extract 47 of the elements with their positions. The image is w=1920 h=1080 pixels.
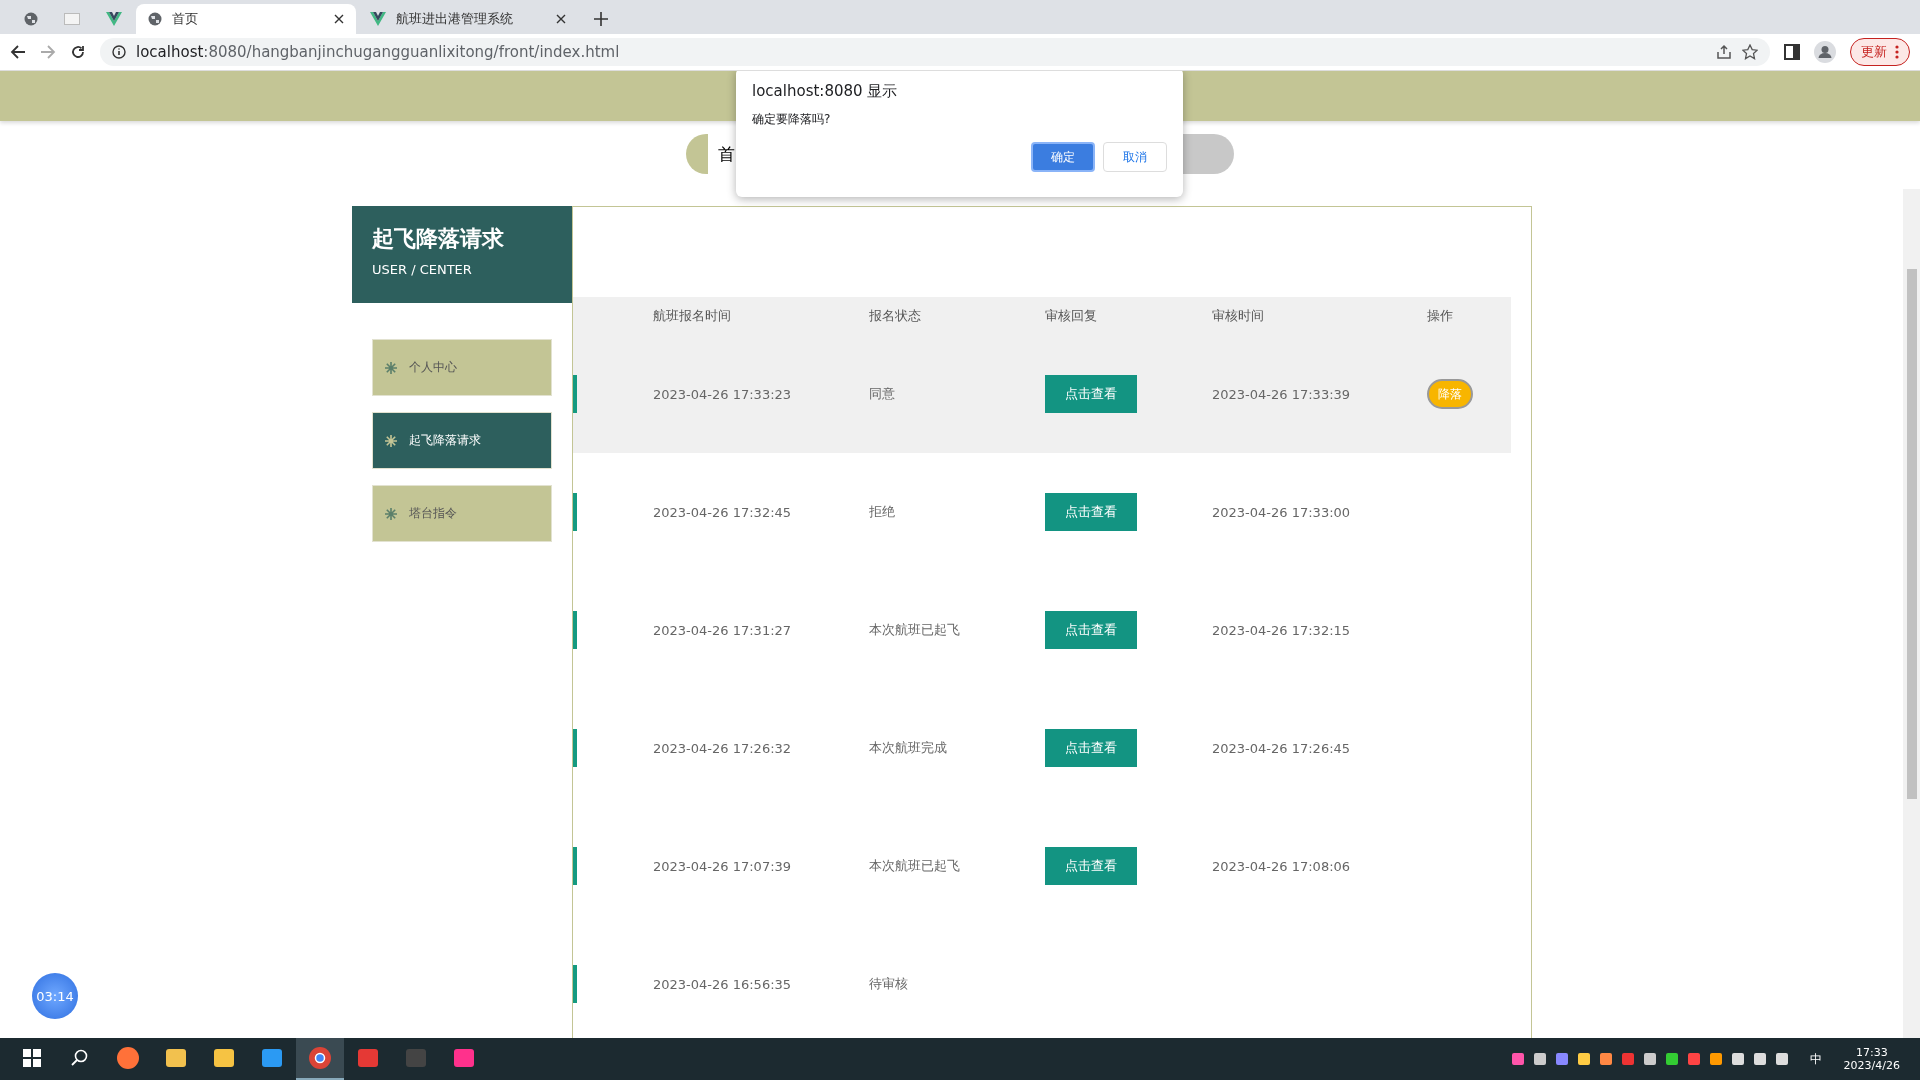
table-cell-text: 本次航班完成 — [869, 739, 948, 757]
view-reply-button[interactable]: 点击查看 — [1045, 375, 1137, 413]
sidebar-item[interactable]: 起飞降落请求 — [372, 412, 552, 469]
clock-date: 2023/4/26 — [1843, 1059, 1900, 1072]
view-reply-button[interactable]: 点击查看 — [1045, 847, 1137, 885]
table-cell: 2023-04-26 17:08:06 — [1212, 858, 1351, 874]
table-cell-text: 本次航班已起飞 — [869, 857, 961, 875]
column-header: 报名状态 — [869, 307, 922, 325]
table-cell: 2023-04-26 17:32:15 — [1212, 622, 1351, 638]
table-cell-text: 2023-04-26 17:07:39 — [653, 858, 793, 874]
sidebar-item[interactable]: 塔台指令 — [372, 485, 552, 542]
confirm-button[interactable]: 确定 — [1031, 142, 1095, 172]
timer-badge: 03:14 — [32, 973, 78, 1019]
tab-title: 航班进出港管理系统 — [396, 10, 514, 28]
column-header: 审核回复 — [1045, 307, 1098, 325]
dialog-message: 确定要降落吗? — [752, 111, 832, 128]
view-reply-button[interactable]: 点击查看 — [1045, 729, 1137, 767]
table-cell-text: 2023-04-26 17:26:32 — [653, 740, 793, 756]
sidebar-title: 起飞降落请求 — [372, 225, 505, 253]
view-reply-button[interactable]: 点击查看 — [1045, 611, 1137, 649]
column-header: 航班报名时间 — [653, 307, 732, 325]
update-button[interactable]: 更新 — [1850, 38, 1910, 66]
table-cell: 2023-04-26 17:33:00 — [1212, 504, 1351, 520]
table-cell-text: 2023-04-26 16:56:35 — [653, 976, 793, 992]
browser-tab[interactable]: 航班进出港管理系统 — [358, 4, 578, 34]
column-header: 审核时间 — [1212, 307, 1265, 325]
view-reply-button[interactable]: 点击查看 — [1045, 493, 1137, 531]
table-cell: 2023-04-26 17:26:45 — [1212, 740, 1351, 756]
table-cell-text: 同意 — [869, 385, 896, 403]
table-cell: 2023-04-26 17:33:39 — [1212, 386, 1351, 402]
table-cell-text: 2023-04-26 17:31:27 — [653, 622, 793, 638]
table-cell-text: 2023-04-26 17:32:45 — [653, 504, 793, 520]
sidebar-subtitle: USER / CENTER — [372, 262, 473, 277]
table-cell-text: 本次航班已起飞 — [869, 621, 961, 639]
tab-title: 首页 — [172, 10, 199, 28]
browser-tab[interactable]: 首页 — [136, 4, 356, 34]
input-method-indicator[interactable]: 中 — [1809, 1050, 1822, 1068]
clock-time: 17:33 — [1855, 1046, 1888, 1059]
url-text: localhost:8080/hangbanjinchugangguanlixitong/front/index.html — [136, 43, 620, 61]
cancel-button[interactable]: 取消 — [1103, 142, 1167, 172]
sidebar-item[interactable]: 个人中心 — [372, 339, 552, 396]
table-cell-text: 2023-04-26 17:33:23 — [653, 386, 793, 402]
dialog-title: localhost:8080 显示 — [752, 82, 899, 101]
table-cell-text: 拒绝 — [869, 503, 896, 521]
table-cell-text: 待审核 — [869, 975, 909, 993]
address-bar[interactable]: localhost:8080/hangbanjinchugangguanlixitong/front/index.html — [100, 38, 1770, 66]
column-header: 操作 — [1427, 307, 1454, 325]
